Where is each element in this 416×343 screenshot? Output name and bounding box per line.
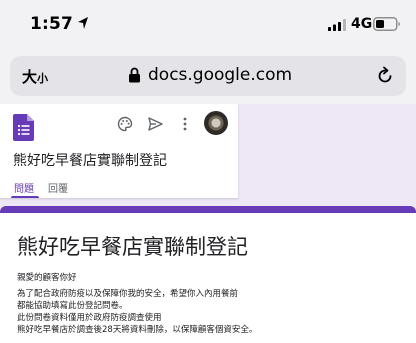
location-arrow-icon	[78, 17, 88, 29]
google-forms-logo-icon[interactable]	[13, 114, 34, 141]
url-text[interactable]: docs.google.com	[148, 65, 292, 85]
description-line: 為了配合政府防疫以及保障你我的安全，希望你入內用餐前	[17, 289, 239, 299]
battery-icon	[373, 17, 400, 31]
description-line: 熊好吃早餐店於調查後28天將資料刪除，以保障顧客個資安全。	[17, 325, 258, 335]
form-description[interactable]: 為了配合政府防疫以及保障你我的安全，希望你入內用餐前 都能協助填寫此份登記問卷。…	[17, 288, 257, 336]
network-type: 4G	[351, 16, 373, 32]
tab-responses[interactable]: 回覆	[48, 180, 68, 195]
status-time: 1:57	[30, 14, 74, 34]
text-size-button[interactable]: 大小	[22, 66, 48, 87]
reload-icon[interactable]	[375, 66, 395, 86]
description-line: 都能協助填寫此份登記問卷。	[17, 301, 128, 311]
text-size-large-glyph: 大	[22, 68, 38, 86]
more-vert-icon[interactable]	[182, 116, 188, 132]
description-line: 此份問卷資料僅用於政府防疫調查使用	[17, 313, 162, 323]
browser-toolbar: 大小 docs.google.com	[0, 52, 416, 104]
text-size-small-glyph: 小	[37, 72, 49, 85]
cellular-signal-icon	[328, 19, 346, 31]
form-editor-header: 熊好吃早餐店實聯制登記 問題 回覆	[0, 104, 238, 198]
form-greeting: 親愛的顧客你好	[17, 273, 77, 283]
form-name[interactable]: 熊好吃早餐店實聯制登記	[13, 150, 167, 170]
account-avatar[interactable]	[204, 111, 228, 135]
form-header-card[interactable]: 熊好吃早餐店實聯制登記 親愛的顧客你好 為了配合政府防疫以及保障你我的安全，希望…	[0, 206, 416, 343]
lock-icon	[129, 67, 140, 83]
tab-questions[interactable]: 問題	[14, 180, 34, 195]
active-tab-indicator	[11, 196, 39, 198]
send-icon[interactable]	[148, 117, 163, 131]
form-title[interactable]: 熊好吃早餐店實聯制登記	[17, 231, 248, 261]
address-bar[interactable]: 大小 docs.google.com	[10, 56, 406, 96]
status-bar: 1:57 4G	[0, 0, 416, 52]
palette-icon[interactable]	[117, 116, 133, 132]
